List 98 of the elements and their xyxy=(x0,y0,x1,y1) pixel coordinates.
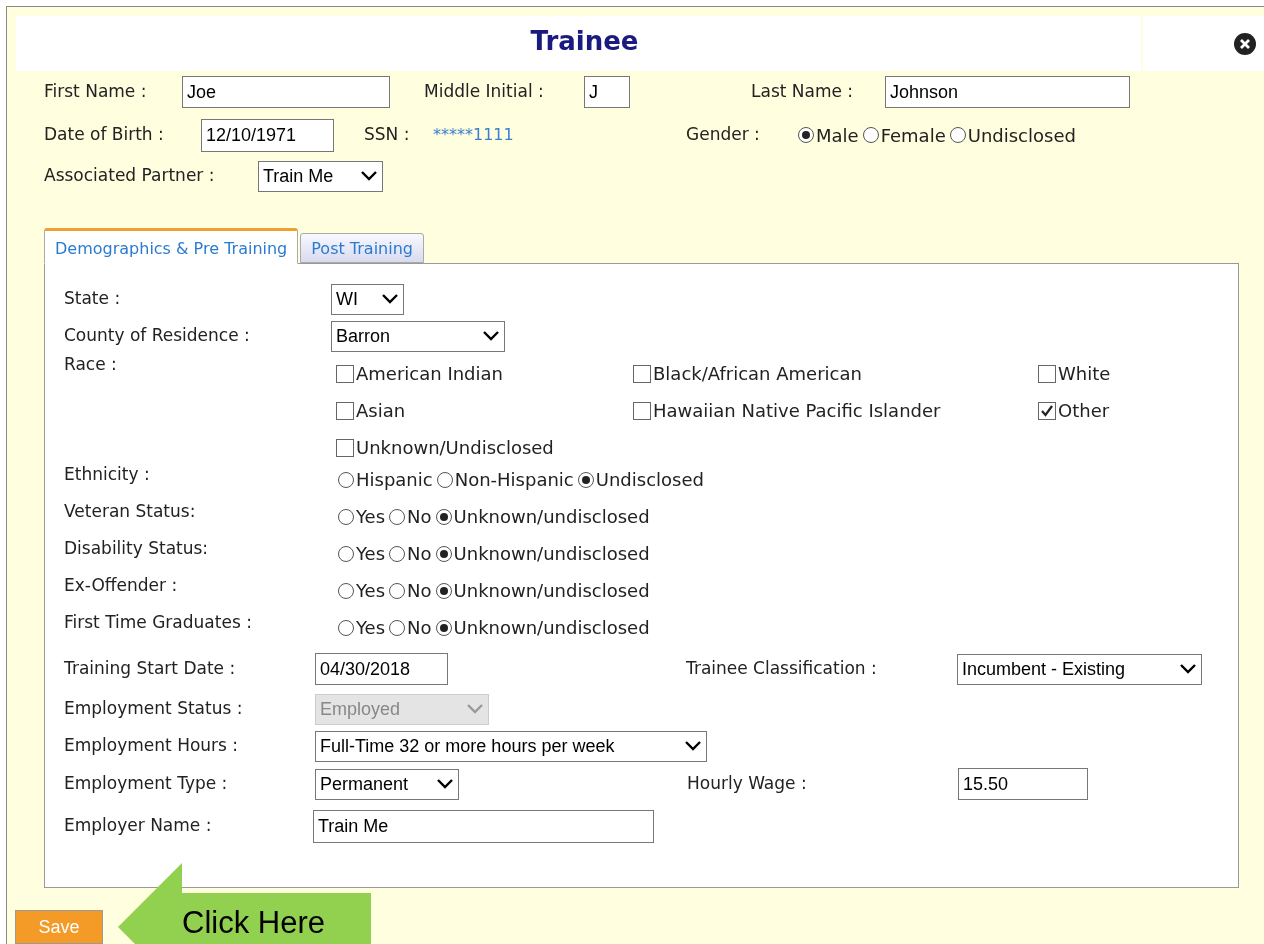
field-label: Employment Hours : xyxy=(64,734,240,758)
text-field[interactable]: 04/30/2018 xyxy=(315,653,448,685)
radio-label: No xyxy=(407,616,432,640)
text-field[interactable]: 15.50 xyxy=(958,768,1088,800)
radio-label: No xyxy=(407,542,432,566)
text-field[interactable]: J xyxy=(584,76,630,108)
ssn-value: *****1111 xyxy=(433,124,515,146)
radio-label: Unknown/undisclosed xyxy=(453,616,650,640)
radio-label: Yes xyxy=(356,579,386,603)
radio-label: Unknown/undisclosed xyxy=(453,542,650,566)
chevron-icon xyxy=(360,170,378,182)
checkbox[interactable] xyxy=(336,364,354,383)
field-label: State : xyxy=(64,287,122,311)
radio-button[interactable] xyxy=(862,127,879,143)
radio-label: Undisclosed xyxy=(595,468,704,492)
radio-button[interactable] xyxy=(435,508,452,525)
field-label: First Time Graduates : xyxy=(64,611,253,634)
radio-button[interactable] xyxy=(435,619,452,636)
field-label: Veteran Status: xyxy=(64,500,197,523)
radio-button[interactable] xyxy=(435,545,452,562)
checkbox[interactable] xyxy=(1038,401,1056,420)
tab[interactable]: Demographics & Pre Training xyxy=(44,228,299,264)
chevron-icon xyxy=(684,740,702,752)
close-icon[interactable] xyxy=(1233,31,1257,56)
radio-button[interactable] xyxy=(577,471,594,488)
checkbox[interactable] xyxy=(633,401,651,420)
dropdown[interactable]: Full-Time 32 or more hours per week xyxy=(315,730,707,762)
radio-label: Yes xyxy=(356,616,386,640)
dialog-title: Trainee xyxy=(530,25,639,58)
radio-button[interactable] xyxy=(798,127,814,143)
checkbox[interactable] xyxy=(336,401,354,420)
radio-button[interactable] xyxy=(436,471,453,488)
chevron-icon xyxy=(381,293,399,305)
checkbox[interactable] xyxy=(633,364,651,383)
radio-label: No xyxy=(407,505,432,529)
radio-button[interactable] xyxy=(389,619,406,636)
dropdown[interactable]: WI xyxy=(331,283,404,315)
field-label: Date of Birth : xyxy=(44,123,165,147)
radio-button[interactable] xyxy=(338,471,354,488)
radio-label: Unknown/undisclosed xyxy=(453,505,650,529)
chevron-icon xyxy=(436,778,454,790)
radio-label: Yes xyxy=(356,505,386,529)
checkbox[interactable] xyxy=(1038,364,1056,383)
field-label: Trainee Classification : xyxy=(686,657,878,681)
field-label: Training Start Date : xyxy=(64,657,237,681)
dropdown[interactable]: Barron xyxy=(331,320,505,352)
field-label: Last Name : xyxy=(751,80,855,104)
callout-text: Click Here xyxy=(182,904,325,942)
text-field[interactable]: 12/10/1971 xyxy=(201,118,334,152)
field-label: SSN : xyxy=(364,123,411,147)
field-label: First Name : xyxy=(44,80,148,104)
radio-label: Yes xyxy=(356,542,386,566)
radio-label: Hispanic xyxy=(356,468,433,492)
radio-button[interactable] xyxy=(435,582,452,599)
field-label: County of Residence : xyxy=(64,324,251,348)
field-label: Gender : xyxy=(686,123,761,147)
radio-button[interactable] xyxy=(389,545,406,562)
field-label: Employment Status : xyxy=(64,697,244,721)
field-label: Middle Initial : xyxy=(424,80,545,104)
radio-label: No xyxy=(407,579,432,603)
radio-label: Female xyxy=(880,123,946,148)
field-label: Hourly Wage : xyxy=(687,772,808,796)
field-label: Employer Name : xyxy=(64,814,213,838)
checkbox-label: White xyxy=(1058,362,1111,386)
checkbox-label: Unknown/Undisclosed xyxy=(356,436,554,460)
radio-label: Undisclosed xyxy=(967,123,1076,148)
field-label: Ethnicity : xyxy=(64,463,151,486)
radio-button[interactable] xyxy=(389,582,406,599)
radio-button[interactable] xyxy=(338,545,354,562)
field-label: Race : xyxy=(64,353,118,376)
tab[interactable]: Post Training xyxy=(300,233,424,263)
text-field[interactable]: Johnson xyxy=(885,76,1130,108)
checkbox-label: Hawaiian Native Pacific Islander xyxy=(653,399,941,423)
checkbox-label: Asian xyxy=(356,399,406,423)
radio-button[interactable] xyxy=(389,508,406,525)
radio-button[interactable] xyxy=(338,619,354,636)
field-label: Associated Partner : xyxy=(44,164,216,188)
text-field[interactable]: Joe xyxy=(182,76,390,108)
radio-button[interactable] xyxy=(949,127,966,143)
text-field[interactable]: Train Me xyxy=(313,809,654,843)
field-label: Ex-Offender : xyxy=(64,574,179,597)
radio-button[interactable] xyxy=(338,508,354,525)
radio-button[interactable] xyxy=(338,582,354,599)
chevron-icon xyxy=(1179,663,1197,675)
field-label: Disability Status: xyxy=(64,537,210,560)
checkbox-label: Black/African American xyxy=(653,362,862,386)
dropdown[interactable]: Incumbent - Existing xyxy=(957,653,1202,685)
field-label: Employment Type : xyxy=(64,772,229,796)
chevron-icon xyxy=(466,703,484,715)
chevron-icon xyxy=(482,330,500,342)
radio-label: Unknown/undisclosed xyxy=(453,579,650,603)
radio-label: Non-Hispanic xyxy=(454,468,574,492)
checkbox-label: American Indian xyxy=(356,362,503,386)
radio-label: Male xyxy=(816,123,859,148)
checkbox-label: Other xyxy=(1058,399,1110,423)
dropdown[interactable]: Permanent xyxy=(315,768,459,800)
dropdown[interactable]: Train Me xyxy=(258,160,383,192)
checkbox[interactable] xyxy=(336,438,354,457)
